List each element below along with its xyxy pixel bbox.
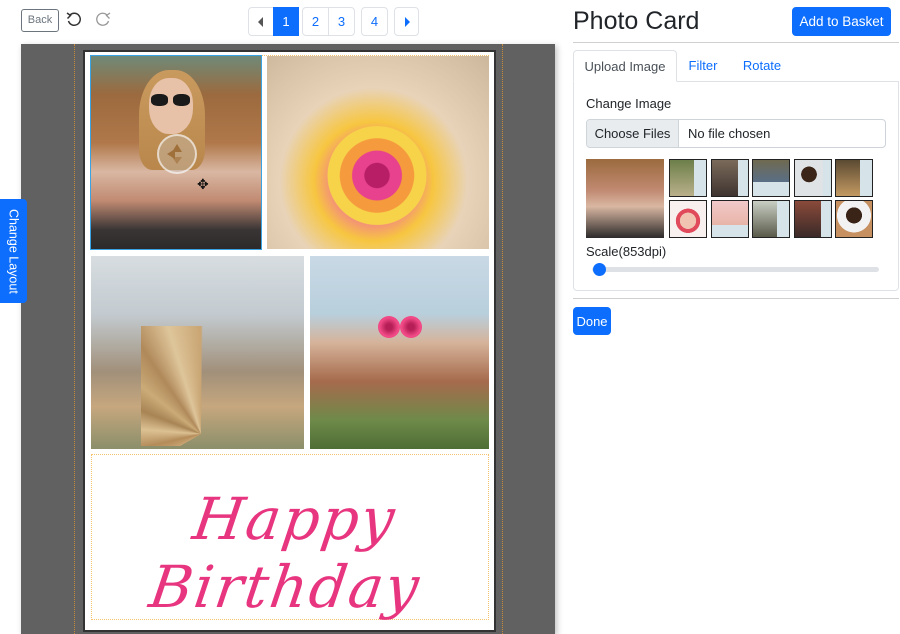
photo-slot-2[interactable]	[267, 56, 489, 249]
photo-slot-4[interactable]	[310, 256, 489, 449]
page-button-3[interactable]: 3	[328, 7, 355, 36]
page-button-4[interactable]: 4	[361, 7, 388, 36]
change-layout-label: Change Layout	[6, 208, 21, 294]
tab-rotate[interactable]: Rotate	[737, 50, 787, 82]
prev-page-button[interactable]	[248, 7, 274, 36]
pagination: 1 2 3 4	[248, 7, 419, 36]
card-page: ✥ Happy Birthday	[83, 50, 496, 632]
slider-track	[592, 267, 879, 272]
back-button[interactable]: Back	[21, 9, 59, 32]
image-gallery	[669, 159, 874, 239]
current-image-thumbnail[interactable]	[586, 159, 664, 238]
pan-arrows-icon	[167, 144, 182, 164]
text-frame[interactable]: Happy Birthday	[91, 454, 489, 621]
gallery-thumbnail[interactable]	[710, 200, 749, 238]
gallery-thumbnail[interactable]	[793, 159, 832, 197]
upload-image-panel: Change Image Choose Files No file chosen…	[573, 81, 899, 291]
change-image-label: Change Image	[586, 96, 672, 111]
gallery-thumbnail[interactable]	[835, 200, 873, 238]
redo-icon	[96, 12, 111, 26]
gallery-thumbnail[interactable]	[669, 200, 707, 238]
caret-right-icon	[404, 16, 410, 27]
gallery-thumbnail[interactable]	[669, 159, 707, 197]
greeting-text[interactable]: Happy Birthday	[82, 485, 497, 621]
panel-tabs: Upload Image Filter Rotate	[573, 50, 899, 82]
redo-button[interactable]	[92, 9, 114, 31]
photo-palm-fan	[141, 326, 261, 446]
photo-slot-1[interactable]: ✥	[90, 55, 262, 250]
gallery-thumbnail[interactable]	[710, 159, 749, 197]
photo-slot-3[interactable]	[91, 256, 304, 449]
bleed-guide-right	[502, 44, 503, 634]
pan-handle[interactable]	[157, 134, 197, 174]
tab-upload-image[interactable]: Upload Image	[573, 50, 677, 82]
tab-filter[interactable]: Filter	[681, 50, 725, 82]
caret-left-icon	[258, 16, 263, 27]
file-status: No file chosen	[688, 126, 771, 141]
panel-title: Photo Card	[573, 7, 700, 35]
choose-files-button[interactable]: Choose Files	[587, 120, 679, 147]
scale-label: Scale(853dpi)	[586, 244, 667, 259]
gallery-thumbnail[interactable]	[752, 200, 790, 238]
divider	[573, 42, 899, 43]
done-button[interactable]: Done	[573, 307, 611, 335]
gallery-thumbnail[interactable]	[752, 159, 790, 197]
gallery-thumbnail[interactable]	[793, 200, 832, 238]
undo-icon	[66, 12, 81, 26]
next-page-button[interactable]	[394, 7, 419, 36]
file-input[interactable]: Choose Files No file chosen	[586, 119, 886, 148]
gallery-thumbnail[interactable]	[835, 159, 873, 197]
page-button-1[interactable]: 1	[273, 7, 299, 36]
move-cursor-icon: ✥	[197, 176, 209, 192]
bleed-guide-left	[74, 44, 75, 634]
photo-bouquet	[322, 126, 432, 236]
scale-slider[interactable]	[592, 262, 879, 276]
photo-flowers	[378, 316, 422, 338]
undo-button[interactable]	[63, 9, 85, 31]
photo-sunglasses	[151, 94, 191, 106]
change-layout-button[interactable]: Change Layout	[0, 199, 27, 303]
page-button-2[interactable]: 2	[302, 7, 329, 36]
design-canvas[interactable]: ✥ Happy Birthday	[21, 44, 555, 634]
divider	[573, 298, 899, 299]
add-to-basket-button[interactable]: Add to Basket	[792, 7, 891, 36]
slider-thumb[interactable]	[592, 263, 606, 276]
photo-face	[149, 78, 193, 134]
